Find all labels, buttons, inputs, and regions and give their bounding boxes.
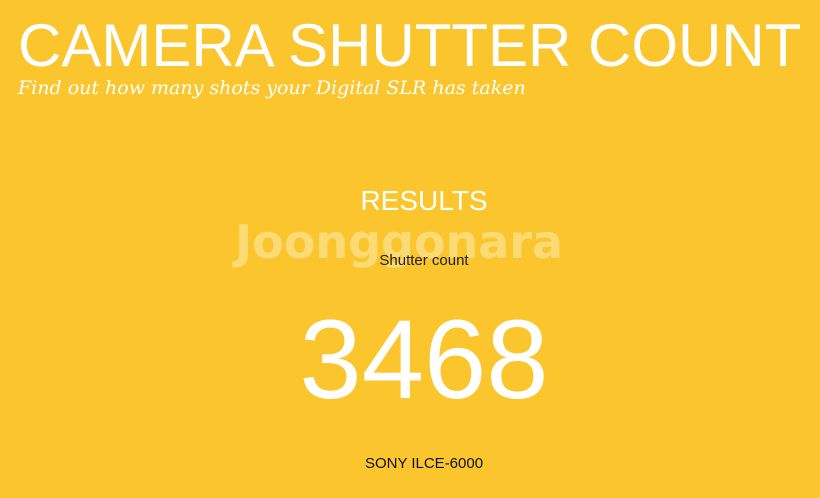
- shutter-count-label: Shutter count: [379, 252, 469, 269]
- site-tagline: Find out how many shots your Digital SLR…: [18, 77, 526, 99]
- shutter-count-value: 3468: [299, 297, 549, 422]
- site-title: CAMERA SHUTTER COUNT: [18, 12, 802, 79]
- camera-model: SONY ILCE-6000: [364, 455, 484, 472]
